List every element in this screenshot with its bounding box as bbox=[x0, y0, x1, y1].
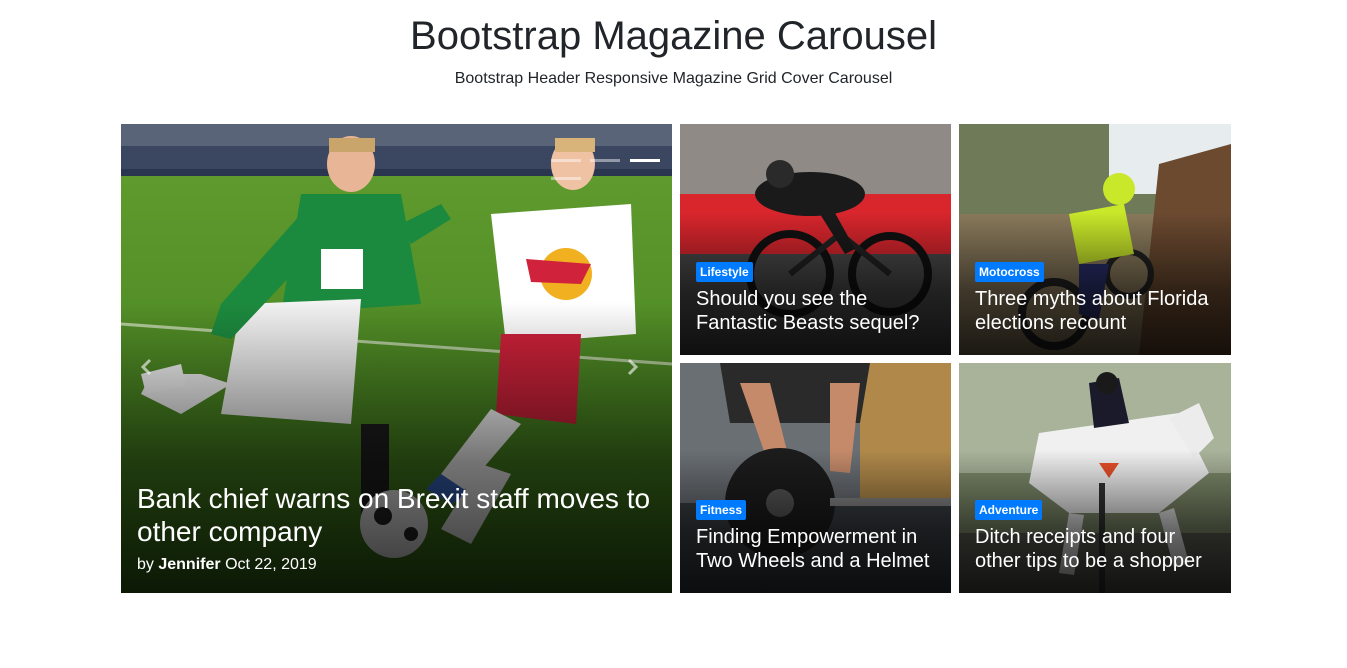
story-title[interactable]: Ditch receipts and four other tips to be… bbox=[975, 525, 1221, 573]
story-card-lifestyle[interactable]: Lifestyle Should you see the Fantastic B… bbox=[680, 124, 951, 355]
story-title[interactable]: Three myths about Florida elections reco… bbox=[975, 287, 1221, 335]
page-subtitle: Bootstrap Header Responsive Magazine Gri… bbox=[454, 70, 893, 87]
main-story-card[interactable]: Bank chief warns on Brexit staff moves t… bbox=[121, 124, 672, 593]
story-card-motocross[interactable]: Motocross Three myths about Florida elec… bbox=[959, 124, 1231, 355]
caption-overlay bbox=[121, 302, 672, 593]
indicator-3[interactable] bbox=[629, 159, 660, 162]
indicator-4[interactable] bbox=[551, 177, 581, 180]
story-title[interactable]: Finding Empowerment in Two Wheels and a … bbox=[696, 525, 941, 573]
page-title: Bootstrap Magazine Carousel bbox=[410, 14, 937, 58]
byline-date: Oct 22, 2019 bbox=[225, 556, 317, 573]
category-badge[interactable]: Motocross bbox=[975, 262, 1044, 282]
main-story-byline: by Jennifer Oct 22, 2019 bbox=[137, 555, 317, 575]
carousel-prev-button[interactable] bbox=[135, 356, 159, 380]
chevron-right-icon bbox=[627, 358, 639, 376]
story-card-fitness[interactable]: Fitness Finding Empowerment in Two Wheel… bbox=[680, 363, 951, 593]
category-badge[interactable]: Fitness bbox=[696, 500, 747, 520]
byline-author[interactable]: Jennifer bbox=[158, 556, 220, 573]
main-story-title[interactable]: Bank chief warns on Brexit staff moves t… bbox=[137, 482, 658, 548]
story-card-adventure[interactable]: Adventure Ditch receipts and four other … bbox=[959, 363, 1231, 593]
byline-label: by bbox=[137, 556, 154, 573]
carousel-next-button[interactable] bbox=[620, 356, 644, 380]
category-badge[interactable]: Lifestyle bbox=[696, 262, 753, 282]
chevron-left-icon bbox=[140, 358, 152, 376]
story-title[interactable]: Should you see the Fantastic Beasts sequ… bbox=[696, 287, 941, 335]
magazine-grid: Bank chief warns on Brexit staff moves t… bbox=[121, 124, 1231, 593]
carousel-indicators bbox=[551, 149, 672, 180]
indicator-2[interactable] bbox=[590, 159, 621, 162]
category-badge[interactable]: Adventure bbox=[975, 500, 1043, 520]
indicator-1[interactable] bbox=[551, 159, 581, 162]
